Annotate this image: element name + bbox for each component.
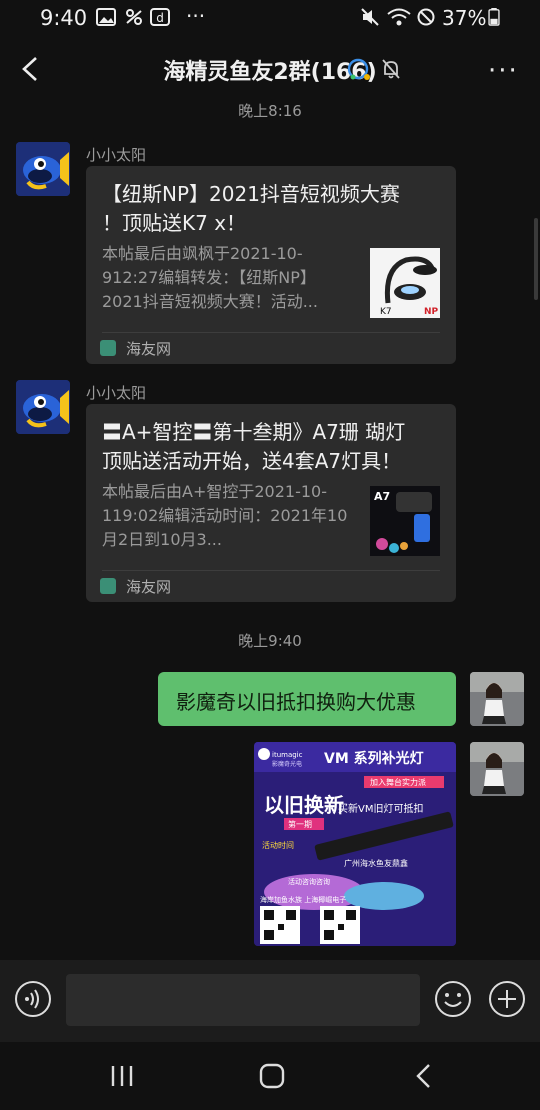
lamp-product-image: K7 NP xyxy=(370,248,440,318)
card-description: 本帖最后由A+智控于2021-10-119:02编辑活动时间：2021年10月2… xyxy=(102,482,348,549)
poster-offer: 买新VM旧灯可抵扣 xyxy=(338,802,423,815)
poster-image[interactable]: itumagic 影魔奇光电 VM 系列补光灯 加入舞台实力派 以旧换新 第一期… xyxy=(254,742,456,946)
poster-brand: itumagic xyxy=(272,751,303,759)
message-input[interactable] xyxy=(66,974,420,1026)
card-thumbnail: K7 NP xyxy=(370,248,440,318)
card-source: 海友网 xyxy=(126,578,172,596)
system-nav-bar xyxy=(0,1042,540,1110)
divider xyxy=(102,332,440,333)
card-title: 【纽斯NP】2021抖音短视频大赛 ！顶贴送K7 x！ xyxy=(102,182,400,235)
chat-header: 海精灵鱼友2群(166) ··· xyxy=(0,38,540,100)
recent-apps-icon[interactable] xyxy=(108,1064,136,1088)
svg-text:d: d xyxy=(156,11,164,25)
voice-input-icon[interactable] xyxy=(14,980,52,1018)
divider xyxy=(102,570,440,571)
fish-avatar-icon xyxy=(16,380,70,434)
status-more-indicator: ··· xyxy=(186,4,206,28)
status-time: 9:40 xyxy=(40,6,88,30)
poster-tag: 加入舞台实力派 xyxy=(370,777,426,787)
svg-text:NP: NP xyxy=(424,307,439,317)
mute-icon xyxy=(361,8,379,26)
poster-shops: 海岸加鱼水族 上海椰崛电子 xyxy=(260,895,346,904)
timestamp: 晚上9:40 xyxy=(238,632,302,650)
gallery-icon xyxy=(96,8,116,26)
poster-venue: 广州海水鱼友鼎鑫 xyxy=(344,858,408,868)
thumb-label: A7 xyxy=(374,490,390,503)
nav-back-icon[interactable] xyxy=(412,1062,436,1090)
tiktok-icon: d xyxy=(150,8,170,26)
link-card[interactable]: 【纽斯NP】2021抖音短视频大赛 ！顶贴送K7 x！ 本帖最后由飒枫于2021… xyxy=(86,166,456,364)
emoji-icon[interactable] xyxy=(434,980,472,1018)
wifi-icon xyxy=(387,8,411,26)
add-attachment-icon[interactable] xyxy=(488,980,526,1018)
battery-percent: 37% xyxy=(442,6,487,30)
poster-contact: 活动咨询咨询 xyxy=(288,877,330,886)
promo-poster-graphic: itumagic 影魔奇光电 VM 系列补光灯 加入舞台实力派 以旧换新 第一期… xyxy=(254,742,456,946)
card-description: 本帖最后由飒枫于2021-10-912:27编辑转发：【纽斯NP】2021抖音短… xyxy=(102,244,318,311)
wecom-icon xyxy=(347,58,370,80)
battery-icon xyxy=(488,8,500,26)
status-bar: 9:40 d ··· 37% xyxy=(0,0,540,38)
poster-big-text: 以旧换新 xyxy=(264,793,344,817)
source-logo-icon xyxy=(100,340,116,356)
avatar[interactable] xyxy=(16,380,70,434)
mute-notifications-icon xyxy=(382,59,400,79)
card-title: 〓A+智控〓第十叁期》A7珊 瑚灯顶贴送活动开始，送4套A7灯具！ xyxy=(102,420,406,473)
home-icon[interactable] xyxy=(258,1062,286,1090)
person-avatar-icon xyxy=(470,672,524,726)
chat-title: 海精灵鱼友2群(166) xyxy=(163,60,377,85)
sender-name: 小小太阳 xyxy=(86,146,147,164)
fish-avatar-icon xyxy=(16,142,70,196)
avatar[interactable] xyxy=(16,142,70,196)
source-logo-icon xyxy=(100,578,116,594)
poster-brand-sub: 影魔奇光电 xyxy=(272,760,302,768)
timestamp: 晚上8:16 xyxy=(238,102,302,120)
sender-name: 小小太阳 xyxy=(86,384,147,402)
input-bar xyxy=(0,960,540,1042)
own-message-text: 影魔奇以旧抵扣换购大优惠 xyxy=(176,690,416,714)
card-source: 海友网 xyxy=(126,340,172,358)
link-card[interactable]: 〓A+智控〓第十叁期》A7珊 瑚灯顶贴送活动开始，送4套A7灯具！ 本帖最后由A… xyxy=(86,404,456,602)
own-message-bubble[interactable]: 影魔奇以旧抵扣换购大优惠 xyxy=(158,672,456,726)
a7-product-image: A7 xyxy=(370,486,440,556)
thumb-label: K7 xyxy=(380,307,392,317)
dnd-icon xyxy=(417,8,435,26)
more-options-button[interactable]: ··· xyxy=(488,56,519,86)
notification-icon xyxy=(126,9,142,25)
scrollbar[interactable] xyxy=(534,218,538,300)
card-thumbnail: A7 xyxy=(370,486,440,556)
poster-badge: 第一期 xyxy=(288,819,312,829)
poster-headline: VM 系列补光灯 xyxy=(324,750,424,767)
poster-time-label: 活动时间 xyxy=(262,840,294,850)
person-avatar-icon xyxy=(470,742,524,796)
own-avatar[interactable] xyxy=(470,672,524,726)
own-avatar[interactable] xyxy=(470,742,524,796)
